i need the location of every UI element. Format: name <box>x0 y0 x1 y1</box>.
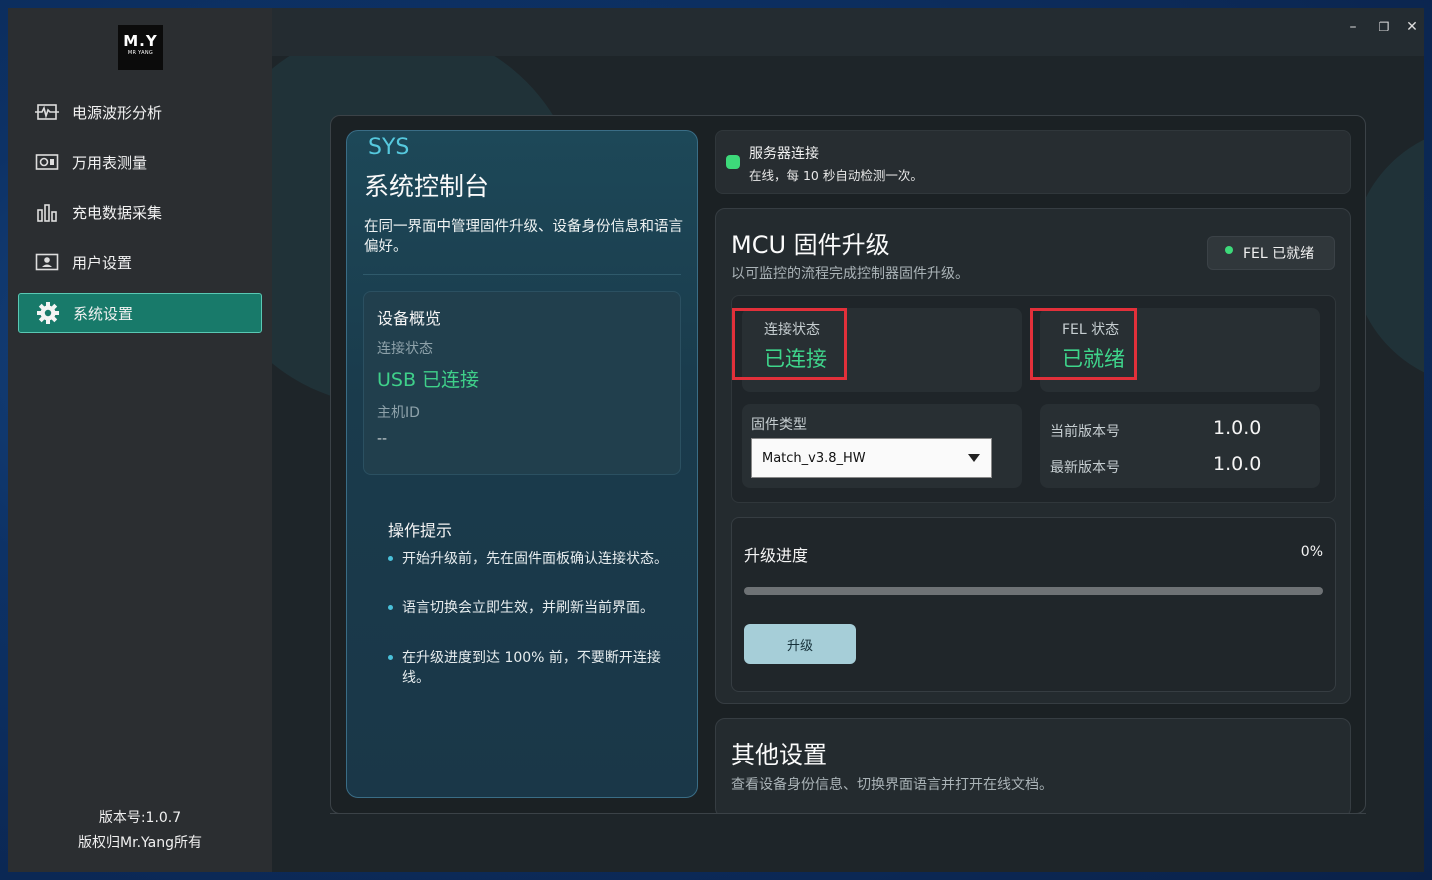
multimeter-icon <box>35 152 59 172</box>
host-id-label: 主机ID <box>377 405 420 421</box>
copyright-text: 版权归Mr.Yang所有 <box>78 835 202 851</box>
other-settings-title: 其他设置 <box>731 741 827 769</box>
bullet-icon <box>388 655 393 660</box>
server-title: 服务器连接 <box>749 146 819 162</box>
sidebar-footer: 版本号:1.0.7 版权归Mr.Yang所有 <box>8 806 272 856</box>
sidebar-item-waveform[interactable]: 电源波形分析 <box>18 92 262 132</box>
connection-status-value: 已连接 <box>764 347 827 371</box>
bullet-icon <box>388 605 393 610</box>
firmware-type-box: 固件类型 Match_v3.8_HW <box>742 404 1022 488</box>
title-bar: – ❐ ✕ <box>272 8 1424 56</box>
app-logo: M.Y MR YANG <box>118 25 163 70</box>
progress-percent: 0% <box>1300 544 1323 560</box>
progress-label: 升级进度 <box>744 546 809 565</box>
panel-tag: SYS <box>368 135 410 160</box>
sidebar-item-system-settings[interactable]: 系统设置 <box>18 293 262 333</box>
status-section: 连接状态 已连接 FEL 状态 已就绪 固件类型 Match_v3.8_HW 当… <box>731 295 1336 503</box>
latest-version-label: 最新版本号 <box>1050 460 1120 476</box>
sidebar-item-user-settings[interactable]: 用户设置 <box>18 242 262 282</box>
server-connection-card: 服务器连接 在线，每 10 秒自动检测一次。 <box>715 130 1351 194</box>
app-window: M.Y MR YANG 电源波形分析 万用表测量 充电数据采集 用户设置 系统设… <box>8 8 1424 872</box>
firmware-type-label: 固件类型 <box>751 417 807 433</box>
upgrade-progress-section: 升级进度 0% 升级 <box>731 517 1336 692</box>
minimize-button[interactable]: – <box>1344 18 1362 36</box>
connection-value: USB 已连接 <box>377 369 480 391</box>
chevron-down-icon <box>968 454 980 462</box>
current-version-value: 1.0.0 <box>1213 417 1262 439</box>
status-indicator-icon <box>726 155 740 169</box>
close-button[interactable]: ✕ <box>1403 18 1421 36</box>
firmware-type-select[interactable]: Match_v3.8_HW <box>751 438 992 478</box>
system-console-panel: SYS 系统控制台 在同一界面中管理固件升级、设备身份信息和语言偏好。 设备概览… <box>346 130 698 798</box>
sidebar-item-label: 充电数据采集 <box>72 203 163 222</box>
fel-status-box: FEL 状态 已就绪 <box>1030 308 1320 392</box>
waveform-icon <box>35 102 59 122</box>
connection-status-label: 连接状态 <box>764 322 820 338</box>
other-settings-subtitle: 查看设备身份信息、切换界面语言并打开在线文档。 <box>731 777 1053 793</box>
latest-version-value: 1.0.0 <box>1213 453 1262 475</box>
fel-status-label: FEL 状态 <box>1062 322 1120 338</box>
content-area: SYS 系统控制台 在同一界面中管理固件升级、设备身份信息和语言偏好。 设备概览… <box>272 56 1424 872</box>
divider <box>363 274 681 275</box>
device-overview: 设备概览 连接状态 USB 已连接 主机ID -- <box>363 291 681 475</box>
sidebar-item-label: 万用表测量 <box>72 153 148 172</box>
fel-status-badge: FEL 已就绪 <box>1207 236 1335 270</box>
host-id-value: -- <box>377 431 388 447</box>
bullet-icon <box>388 556 393 561</box>
connection-status-box: 连接状态 已连接 <box>732 308 1022 392</box>
tip-item: 开始升级前，先在固件面板确认连接状态。 <box>388 549 668 569</box>
current-version-label: 当前版本号 <box>1050 424 1120 440</box>
sidebar-item-charging[interactable]: 充电数据采集 <box>18 192 262 232</box>
panel-description: 在同一界面中管理固件升级、设备身份信息和语言偏好。 <box>364 219 683 255</box>
version-box: 当前版本号 1.0.0 最新版本号 1.0.0 <box>1040 404 1320 488</box>
maximize-button[interactable]: ❐ <box>1375 18 1393 36</box>
tips-title: 操作提示 <box>388 521 453 540</box>
mcu-subtitle: 以可监控的流程完成控制器固件升级。 <box>731 266 969 282</box>
tip-item: 语言切换会立即生效，并刷新当前界面。 <box>388 598 668 618</box>
progress-bar <box>744 587 1323 595</box>
server-subtitle: 在线，每 10 秒自动检测一次。 <box>749 168 923 183</box>
connection-label: 连接状态 <box>377 341 433 357</box>
mcu-upgrade-card: MCU 固件升级 以可监控的流程完成控制器固件升级。 FEL 已就绪 连接状态 … <box>715 208 1351 704</box>
gear-icon <box>36 302 60 324</box>
panel-title: 系统控制台 <box>364 172 490 201</box>
status-dot-icon <box>1225 246 1233 254</box>
version-text: 版本号:1.0.7 <box>98 810 182 826</box>
sidebar-item-label: 电源波形分析 <box>72 103 163 122</box>
bar-chart-icon <box>35 202 59 222</box>
sidebar-item-label: 系统设置 <box>73 304 134 323</box>
scroll-clip <box>331 814 1365 872</box>
fel-status-value: 已就绪 <box>1062 347 1125 371</box>
sidebar-item-multimeter[interactable]: 万用表测量 <box>18 142 262 182</box>
device-overview-title: 设备概览 <box>377 309 442 328</box>
user-card-icon <box>35 252 59 272</box>
sidebar: M.Y MR YANG 电源波形分析 万用表测量 充电数据采集 用户设置 系统设… <box>8 8 272 872</box>
upgrade-button[interactable]: 升级 <box>744 624 856 664</box>
tip-item: 在升级进度到达 100% 前，不要断开连接线。 <box>388 648 668 688</box>
mcu-title: MCU 固件升级 <box>731 231 890 259</box>
frame-edge <box>330 813 1366 814</box>
other-settings-card: 其他设置 查看设备身份信息、切换界面语言并打开在线文档。 <box>715 718 1351 818</box>
sidebar-item-label: 用户设置 <box>72 253 133 272</box>
